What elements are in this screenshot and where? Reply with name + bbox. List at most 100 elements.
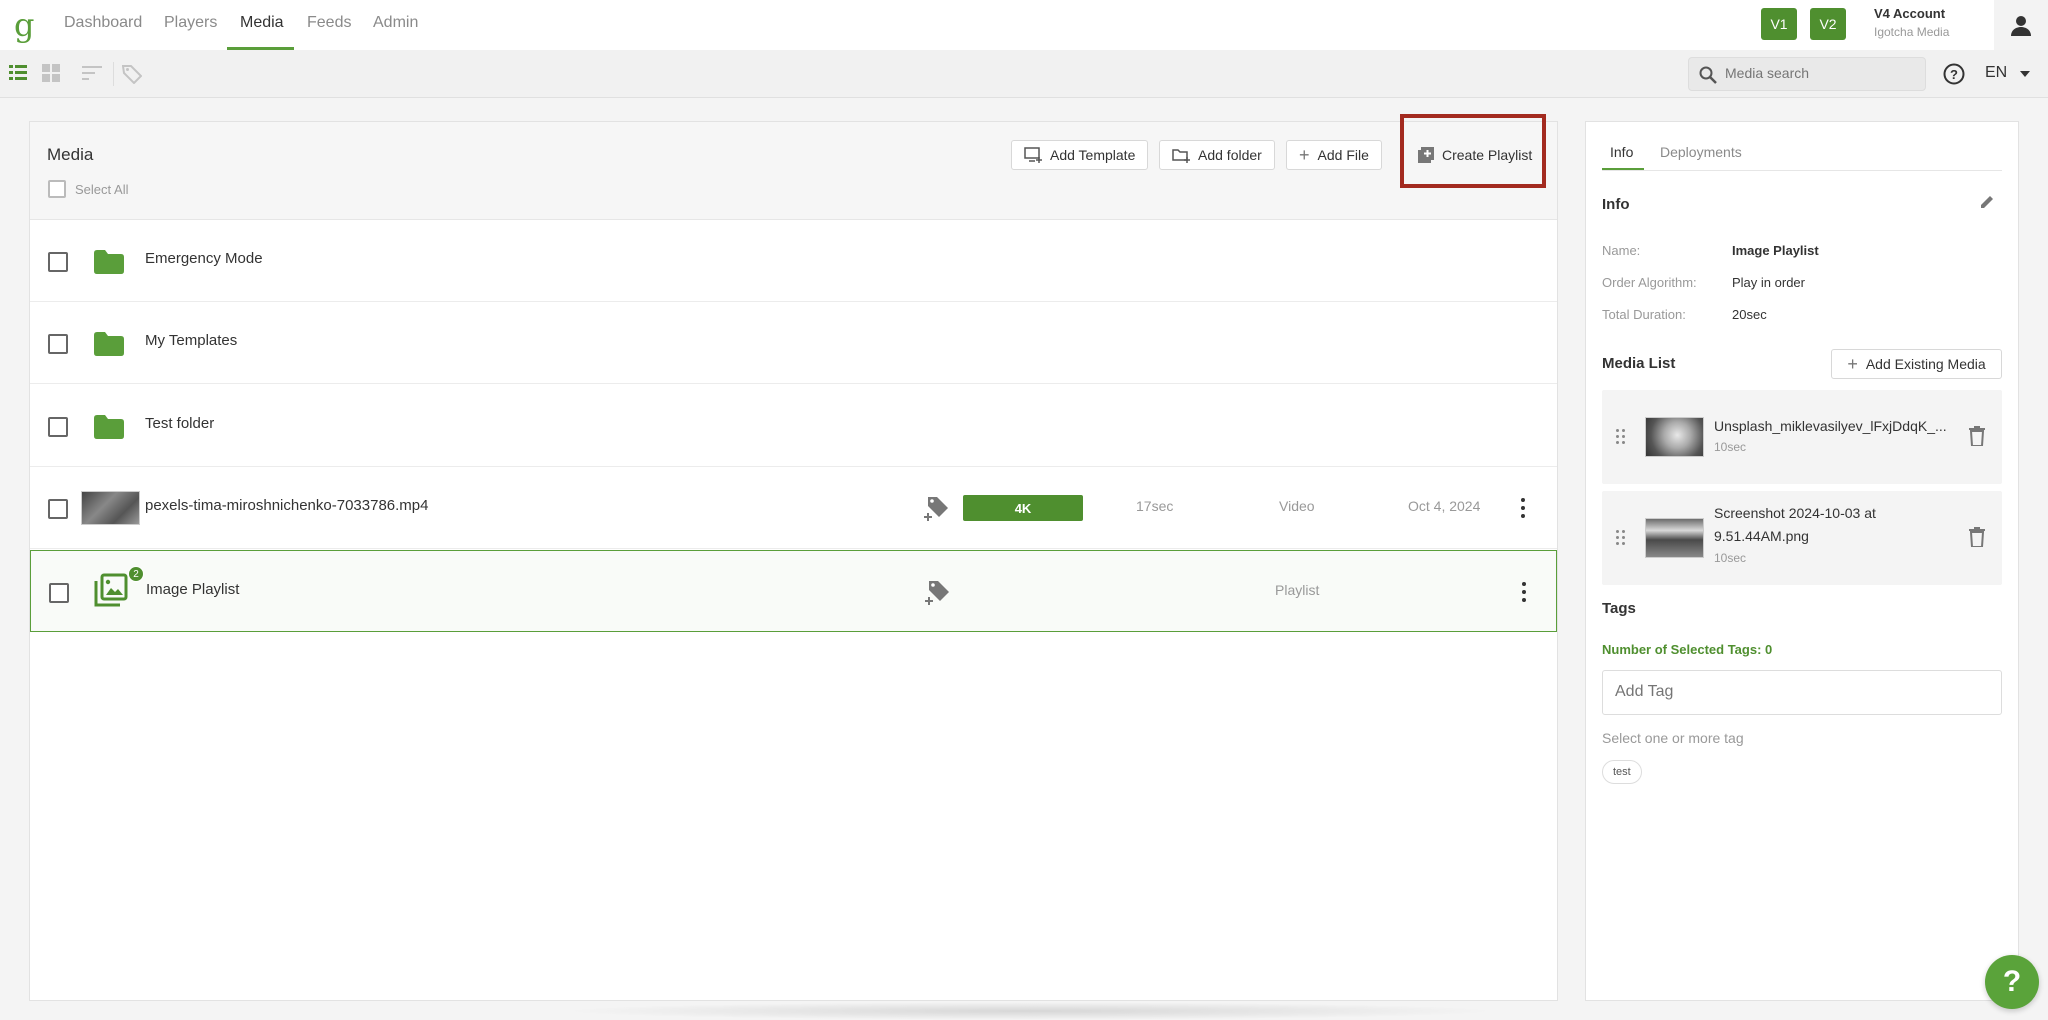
- row-date: Oct 4, 2024: [1408, 498, 1481, 514]
- add-folder-icon: [1172, 149, 1190, 163]
- resolution-badge: 4K: [963, 495, 1083, 521]
- plus-icon: +: [1847, 353, 1858, 374]
- add-file-label: Add File: [1317, 147, 1369, 163]
- media-thumbnail: [1645, 518, 1704, 558]
- account-button[interactable]: [1994, 0, 2048, 50]
- media-list-item-name: Unsplash_miklevasilyev_lFxjDdqK_...: [1714, 418, 1947, 434]
- add-tag-input[interactable]: [1615, 683, 1985, 701]
- app-logo[interactable]: g: [14, 6, 34, 44]
- add-tag-icon[interactable]: [925, 579, 951, 605]
- tab-deployments[interactable]: Deployments: [1660, 144, 1742, 160]
- more-options-icon[interactable]: [1514, 578, 1534, 606]
- tab-info[interactable]: Info: [1610, 144, 1633, 160]
- help-icon[interactable]: ?: [1943, 63, 1965, 85]
- playlist-icon: [94, 573, 128, 607]
- select-all-label: Select All: [75, 181, 129, 197]
- trash-icon[interactable]: [1969, 426, 1985, 446]
- table-row[interactable]: pexels-tima-miroshnichenko-7033786.mp4 4…: [30, 467, 1557, 549]
- select-all[interactable]: Select All: [48, 180, 128, 198]
- add-template-label: Add Template: [1050, 147, 1136, 163]
- add-folder-label: Add folder: [1198, 147, 1262, 163]
- row-type: Playlist: [1275, 582, 1320, 598]
- add-existing-media-button[interactable]: + Add Existing Media: [1831, 349, 2002, 379]
- toolbar-divider: [113, 62, 114, 86]
- tab-divider: [1602, 170, 2002, 171]
- media-list-title: Media List: [1602, 355, 1676, 372]
- row-checkbox[interactable]: [48, 334, 68, 354]
- table-row[interactable]: My Templates: [30, 302, 1557, 384]
- help-fab-button[interactable]: ?: [1985, 955, 2039, 1009]
- duration-value: 20sec: [1732, 307, 1767, 322]
- v1-button[interactable]: V1: [1761, 8, 1797, 40]
- media-list-item-duration: 10sec: [1714, 551, 1747, 565]
- v2-button[interactable]: V2: [1810, 8, 1846, 40]
- media-list-item-duration: 10sec: [1714, 440, 1747, 454]
- media-list-item[interactable]: Screenshot 2024-10-03 at 9.51.44AM.png 1…: [1602, 491, 2002, 585]
- language-selector[interactable]: EN: [1985, 64, 2007, 82]
- more-options-icon[interactable]: [1513, 494, 1533, 522]
- nav-feeds[interactable]: Feeds: [307, 14, 351, 32]
- select-all-checkbox[interactable]: [48, 180, 66, 198]
- add-template-icon: [1024, 147, 1042, 163]
- nav-media[interactable]: Media: [240, 14, 284, 32]
- plus-icon: +: [1299, 144, 1310, 165]
- row-checkbox[interactable]: [48, 499, 68, 519]
- add-tag-field[interactable]: [1602, 670, 2002, 715]
- row-checkbox[interactable]: [48, 417, 68, 437]
- media-list-item[interactable]: Unsplash_miklevasilyev_lFxjDdqK_... 10se…: [1602, 390, 2002, 484]
- tag-filter-icon[interactable]: [122, 64, 142, 84]
- row-checkbox[interactable]: [48, 252, 68, 272]
- svg-text:?: ?: [1950, 67, 1958, 82]
- row-checkbox[interactable]: [49, 583, 69, 603]
- add-template-button[interactable]: Add Template: [1011, 140, 1149, 170]
- table-row[interactable]: Test folder: [30, 385, 1557, 467]
- top-nav: g Dashboard Players Media Feeds Admin V1…: [0, 0, 2048, 50]
- media-thumbnail: [1645, 417, 1704, 457]
- order-label: Order Algorithm:: [1602, 275, 1697, 290]
- add-folder-button[interactable]: Add folder: [1159, 140, 1275, 170]
- row-name[interactable]: My Templates: [145, 332, 237, 349]
- edit-icon[interactable]: [1979, 194, 1995, 210]
- video-thumbnail: [81, 491, 140, 525]
- nav-players[interactable]: Players: [164, 14, 217, 32]
- row-name[interactable]: Test folder: [145, 415, 214, 432]
- order-value: Play in order: [1732, 275, 1805, 290]
- search-input[interactable]: [1725, 65, 1915, 81]
- sort-icon[interactable]: [82, 64, 102, 82]
- highlight-annotation: [1400, 114, 1546, 188]
- folder-icon: [94, 332, 124, 356]
- row-name[interactable]: Emergency Mode: [145, 250, 263, 267]
- add-existing-label: Add Existing Media: [1865, 356, 1986, 372]
- folder-icon: [94, 415, 124, 439]
- tags-title: Tags: [1602, 600, 1636, 617]
- row-type: Video: [1279, 498, 1315, 514]
- add-file-button[interactable]: + Add File: [1286, 140, 1382, 170]
- playlist-count-badge: 2: [128, 566, 144, 582]
- active-tab-indicator: [1602, 168, 1644, 170]
- account-name[interactable]: V4 Account: [1874, 6, 1945, 21]
- list-view-icon[interactable]: [9, 64, 27, 82]
- name-label: Name:: [1602, 243, 1641, 258]
- row-name[interactable]: pexels-tima-miroshnichenko-7033786.mp4: [145, 497, 428, 514]
- drag-handle-icon[interactable]: [1616, 530, 1625, 545]
- folder-icon: [94, 250, 124, 274]
- trash-icon[interactable]: [1969, 527, 1985, 547]
- row-name[interactable]: Image Playlist: [146, 581, 239, 598]
- chevron-down-icon[interactable]: [2020, 71, 2030, 77]
- add-tag-icon[interactable]: [924, 495, 950, 521]
- name-value: Image Playlist: [1732, 243, 1819, 258]
- table-row[interactable]: Emergency Mode: [30, 220, 1557, 302]
- duration-label: Total Duration:: [1602, 307, 1686, 322]
- media-panel: Media Select All Add Template Add folder…: [29, 121, 1558, 1001]
- tag-chip[interactable]: test: [1602, 760, 1642, 784]
- info-title: Info: [1602, 196, 1630, 213]
- bottom-shadow: [560, 1002, 1500, 1020]
- nav-admin[interactable]: Admin: [373, 14, 418, 32]
- drag-handle-icon[interactable]: [1616, 429, 1625, 444]
- table-row-selected[interactable]: 2 Image Playlist Playlist: [30, 550, 1557, 632]
- account-org: Igotcha Media: [1874, 25, 1950, 39]
- media-title: Media: [47, 145, 94, 164]
- media-search[interactable]: [1688, 57, 1926, 91]
- nav-dashboard[interactable]: Dashboard: [64, 14, 142, 32]
- grid-view-icon[interactable]: [42, 64, 60, 82]
